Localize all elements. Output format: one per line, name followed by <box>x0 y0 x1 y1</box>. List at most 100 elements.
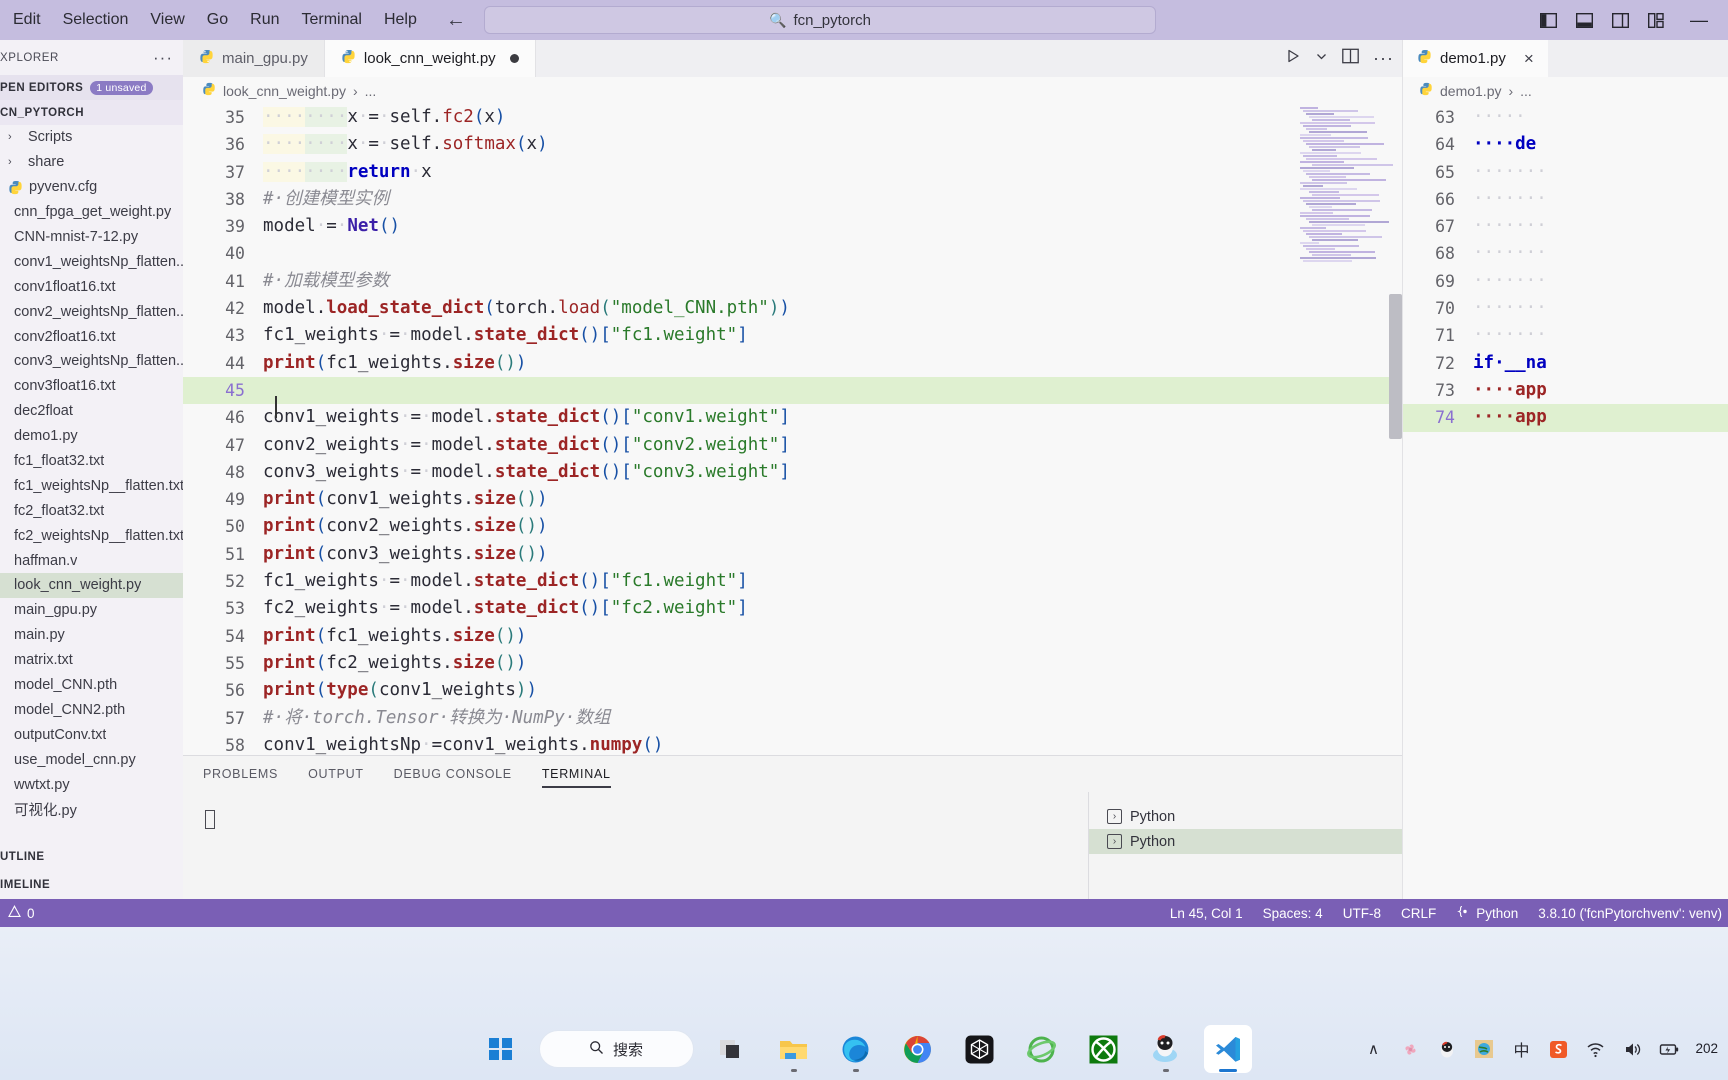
tree-file[interactable]: model_CNN2.pth <box>0 697 183 722</box>
code-line[interactable]: 38 #·创建模型实例 <box>183 186 1402 213</box>
more-actions-icon[interactable]: ··· <box>153 48 173 68</box>
taskbar-app-qq[interactable] <box>1142 1025 1190 1073</box>
tree-folder[interactable]: › share <box>0 150 183 175</box>
tree-file[interactable]: main_gpu.py <box>0 598 183 623</box>
tree-file[interactable]: conv2_weightsNp_flatten.... <box>0 299 183 324</box>
breadcrumb-rest[interactable]: ... <box>365 83 377 99</box>
tree-file[interactable]: fc2_weightsNp__flatten.txt <box>0 523 183 548</box>
code-line[interactable]: 51 print(conv3_weights.size()) <box>183 541 1402 568</box>
editor-tab-demo1[interactable]: demo1.py × <box>1403 40 1548 77</box>
status-encoding[interactable]: UTF-8 <box>1343 906 1381 921</box>
status-indentation[interactable]: Spaces: 4 <box>1263 906 1323 921</box>
ime-indicator[interactable]: 中 <box>1510 1038 1532 1060</box>
taskbar-search-input[interactable]: 搜索 <box>538 1030 694 1068</box>
code-line[interactable]: 49 print(conv1_weights.size()) <box>183 486 1402 513</box>
status-problems[interactable]: 0 <box>8 905 35 921</box>
code-editor[interactable]: 35 ········x·=·self.fc2(x) 36 ········x·=·s… <box>183 104 1402 792</box>
battery-icon[interactable] <box>1658 1038 1680 1060</box>
code-line[interactable]: 73 ····app <box>1403 377 1728 404</box>
code-line[interactable]: 45 <box>183 376 1402 405</box>
code-line[interactable]: 64 ····de <box>1403 131 1728 158</box>
editor-tab-look-cnn-weight[interactable]: look_cnn_weight.py <box>324 40 536 77</box>
code-line[interactable]: 40 <box>183 240 1402 267</box>
status-eol[interactable]: CRLF <box>1401 906 1436 921</box>
code-line[interactable]: 56 print(type(conv1_weights)) <box>183 677 1402 704</box>
right-code-editor[interactable]: 63 ····· 64 ····de 65 ······· 66 ······· 67 ·····… <box>1403 104 1728 899</box>
taskbar-app-xbox[interactable] <box>1080 1025 1128 1073</box>
panel-tab-output[interactable]: OUTPUT <box>308 756 364 792</box>
tree-file[interactable]: conv1_weightsNp_flatten.... <box>0 249 183 274</box>
menu-item-selection[interactable]: Selection <box>52 7 140 33</box>
tree-file[interactable]: cnn_fpga_get_weight.py <box>0 200 183 225</box>
tree-folder[interactable]: › Scripts <box>0 125 183 150</box>
code-line[interactable]: 65 ······· <box>1403 159 1728 186</box>
code-line[interactable]: 35 ········x·=·self.fc2(x) <box>183 104 1402 131</box>
minimap[interactable] <box>1300 107 1393 275</box>
toggle-secondary-sidebar-icon[interactable] <box>1604 0 1636 40</box>
tree-file[interactable]: use_model_cnn.py <box>0 747 183 772</box>
wifi-icon[interactable] <box>1584 1038 1606 1060</box>
root-folder-section[interactable]: CN_PYTORCH <box>0 100 183 125</box>
code-line[interactable]: 53 fc2_weights·=·model.state_dict()["fc2.… <box>183 595 1402 622</box>
toggle-primary-sidebar-icon[interactable] <box>1532 0 1564 40</box>
menu-item-help[interactable]: Help <box>373 7 428 33</box>
close-icon[interactable]: × <box>1524 49 1534 69</box>
code-line[interactable]: 67 ······· <box>1403 213 1728 240</box>
menu-item-edit[interactable]: Edit <box>2 7 52 33</box>
code-line[interactable]: 41 #·加载模型参数 <box>183 268 1402 295</box>
code-line[interactable]: 37 ········return·x <box>183 159 1402 186</box>
sogou-input-icon[interactable] <box>1547 1038 1569 1060</box>
tree-file[interactable]: demo1.py <box>0 424 183 449</box>
tree-file[interactable]: haffman.v <box>0 548 183 573</box>
code-line[interactable]: 43 fc1_weights·=·model.state_dict()["fc1.… <box>183 322 1402 349</box>
code-line[interactable]: 68 ······· <box>1403 240 1728 267</box>
code-line[interactable]: 52 fc1_weights·=·model.state_dict()["fc1.… <box>183 568 1402 595</box>
open-editors-section[interactable]: PEN EDITORS 1 unsaved <box>0 75 183 100</box>
tree-file[interactable]: dec2float <box>0 399 183 424</box>
volume-icon[interactable] <box>1621 1038 1643 1060</box>
taskbar-app-visual-studio-code[interactable] <box>1203 1025 1252 1073</box>
run-python-file-icon[interactable] <box>1285 48 1301 69</box>
breadcrumb-file[interactable]: look_cnn_weight.py <box>223 83 346 99</box>
taskbar-app-google-chrome[interactable] <box>894 1025 942 1073</box>
taskbar-app-microsoft-edge[interactable] <box>832 1025 880 1073</box>
tree-file[interactable]: conv3float16.txt <box>0 374 183 399</box>
code-line[interactable]: 47 conv2_weights·=·model.state_dict()["co… <box>183 432 1402 459</box>
tree-file[interactable]: model_CNN.pth <box>0 673 183 698</box>
tree-file[interactable]: pyvenv.cfg <box>0 175 183 200</box>
qq-tray-icon[interactable] <box>1436 1038 1458 1060</box>
panel-tab-terminal[interactable]: TERMINAL <box>541 756 611 792</box>
terminal-output[interactable] <box>183 792 1088 900</box>
start-button[interactable] <box>477 1025 525 1073</box>
taskbar-app-internet-explorer[interactable] <box>1018 1025 1066 1073</box>
menu-item-view[interactable]: View <box>139 7 195 33</box>
editor-tab-main-gpu[interactable]: main_gpu.py <box>183 40 325 77</box>
code-line[interactable]: 70 ······· <box>1403 295 1728 322</box>
breadcrumb-rest[interactable]: ... <box>1520 83 1532 99</box>
panel-tab-problems[interactable]: PROBLEMS <box>203 756 278 792</box>
code-line[interactable]: 39 model·=·Net() <box>183 213 1402 240</box>
chevron-down-icon[interactable] <box>1315 50 1328 68</box>
status-cursor-position[interactable]: Ln 45, Col 1 <box>1170 906 1243 921</box>
status-python-interpreter[interactable]: 3.8.10 ('fcnPytorchvenv': venv) <box>1538 906 1722 921</box>
taskbar-app-task-view[interactable] <box>708 1025 756 1073</box>
globe-tray-icon[interactable] <box>1473 1038 1495 1060</box>
code-line[interactable]: 50 print(conv2_weights.size()) <box>183 513 1402 540</box>
panel-tab-debug-console[interactable]: DEBUG CONSOLE <box>394 756 512 792</box>
code-line[interactable]: 54 print(fc1_weights.size()) <box>183 623 1402 650</box>
toggle-panel-icon[interactable] <box>1568 0 1600 40</box>
menu-item-go[interactable]: Go <box>196 7 239 33</box>
code-line[interactable]: 44 print(fc1_weights.size()) <box>183 350 1402 377</box>
customize-layout-icon[interactable] <box>1640 0 1672 40</box>
code-line[interactable]: 55 print(fc2_weights.size()) <box>183 650 1402 677</box>
status-language-mode[interactable]: Python <box>1456 905 1518 922</box>
timeline-section[interactable]: IMELINE <box>0 871 183 899</box>
menu-item-terminal[interactable]: Terminal <box>291 7 373 33</box>
code-line[interactable]: 57 #·将·torch.Tensor·转换为·NumPy·数组 <box>183 705 1402 732</box>
code-line[interactable]: 63 ····· <box>1403 104 1728 131</box>
taskbar-app-file-explorer[interactable] <box>770 1025 818 1073</box>
outline-section[interactable]: UTLINE <box>0 843 183 871</box>
tree-file[interactable]: wwtxt.py <box>0 772 183 797</box>
minimize-button[interactable]: — <box>1676 0 1722 40</box>
show-hidden-icons[interactable]: ∧ <box>1362 1038 1384 1060</box>
